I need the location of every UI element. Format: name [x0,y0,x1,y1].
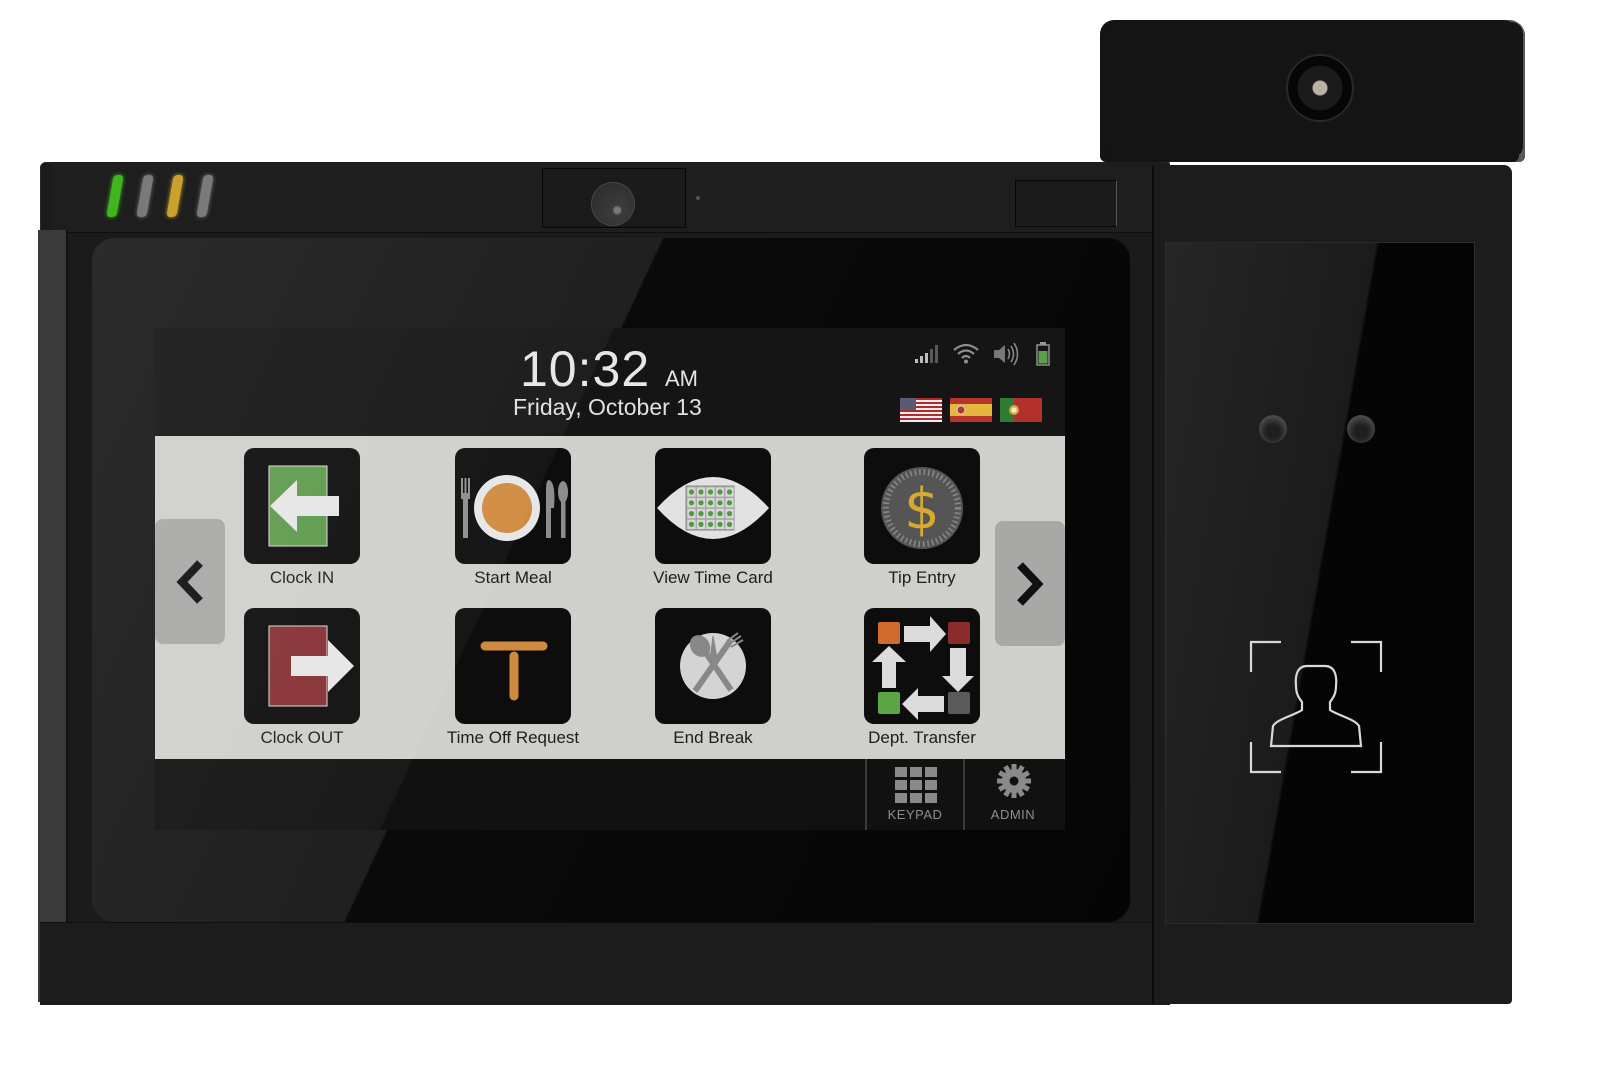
clock-in-icon [244,448,360,564]
ir-sensor-left [1259,415,1287,443]
dept-transfer-icon [864,608,980,724]
left-edge [38,230,68,1002]
time-card-cell [707,511,714,517]
time-card-cell [688,489,695,495]
tile-label: Dept. Transfer [868,728,976,747]
clock-date: Friday, October 13 [513,394,702,420]
flag-us-icon[interactable] [900,398,942,422]
tile-label: Start Meal [474,568,552,587]
action-tile-area: Clock IN Start Meal View Time Card $ Tip… [155,436,1065,759]
time-card-cell [726,511,733,517]
status-led-2 [136,175,154,217]
time-card-cell [688,521,695,527]
time-card-cell [707,521,714,527]
time-card-cell [726,500,733,506]
time-card-cell [688,511,695,517]
clock-ampm: AM [665,366,698,391]
time-card-cell [698,511,704,517]
language-flags [900,398,1045,424]
top-camera-lens [1288,56,1352,120]
bottom-bar: KEYPAD ADMIN [155,759,1065,830]
clock-time: 10:32 [520,341,651,397]
tile-label: Time Off Request [446,728,580,747]
bottom-band [40,922,1170,1005]
keypad-button[interactable]: KEYPAD [865,759,963,830]
chevron-left-icon [176,559,203,604]
tile-end-break[interactable]: End Break [643,604,783,754]
time-card-cell [707,500,714,506]
clock-out-icon [244,608,360,724]
tile-clock-out[interactable]: Clock OUT [232,604,372,754]
face-reader-glass [1165,242,1475,924]
battery-icon [1036,342,1050,366]
tile-label: End Break [673,728,753,747]
time-card-cell [698,489,704,495]
face-recognition-icon [1249,640,1383,774]
admin-label: ADMIN [990,807,1036,822]
card-reader-slot [1015,180,1117,227]
time-card-cell [726,521,733,527]
end-break-icon [655,608,771,724]
tile-label: Clock IN [269,568,335,587]
front-camera-icon [592,183,634,225]
tile-view-time-card[interactable]: View Time Card [643,444,783,594]
time-card-cell [717,500,723,506]
tile-start-meal[interactable]: Start Meal [443,444,583,594]
time-card-icon [655,448,771,564]
flag-portugal-icon[interactable] [1000,398,1042,422]
wifi-icon [953,343,979,364]
time-card-cell [717,489,723,495]
touchscreen: 10:32 AM Friday, October 13 Clock IN Sta… [155,328,1065,830]
microphone-hole [696,196,700,200]
status-leds [106,175,220,219]
tile-label: Clock OUT [260,728,344,747]
chevron-right-icon [1017,561,1044,606]
time-card-cell [707,489,714,495]
tip-coin-icon: $ [864,448,980,564]
tile-clock-in[interactable]: Clock IN [232,444,372,594]
status-led-3 [166,175,184,217]
time-card-cell [688,500,695,506]
meal-icon [455,448,571,564]
signal-icon [915,345,938,363]
tile-tip-entry[interactable]: $ Tip Entry [852,444,992,594]
time-off-icon [455,608,571,724]
status-led-4 [196,175,214,217]
admin-button[interactable]: ADMIN [963,759,1061,830]
status-icons [910,342,1050,368]
time-card-cell [726,489,733,495]
tile-dept-transfer[interactable]: Dept. Transfer [852,604,992,754]
tile-label: View Time Card [653,568,773,587]
tile-label: Tip Entry [888,568,956,587]
keypad-icon [895,767,937,803]
volume-icon [994,342,1019,366]
flag-spain-icon[interactable] [950,398,992,422]
gear-icon [997,764,1031,798]
time-card-cell [698,521,704,527]
tile-time-off-request[interactable]: Time Off Request [443,604,583,754]
ir-sensor-right [1347,415,1375,443]
svg-text:$: $ [904,477,940,542]
time-card-cell [698,500,704,506]
time-card-cell [717,511,723,517]
keypad-label: KEYPAD [887,807,943,822]
time-card-cell [717,521,723,527]
